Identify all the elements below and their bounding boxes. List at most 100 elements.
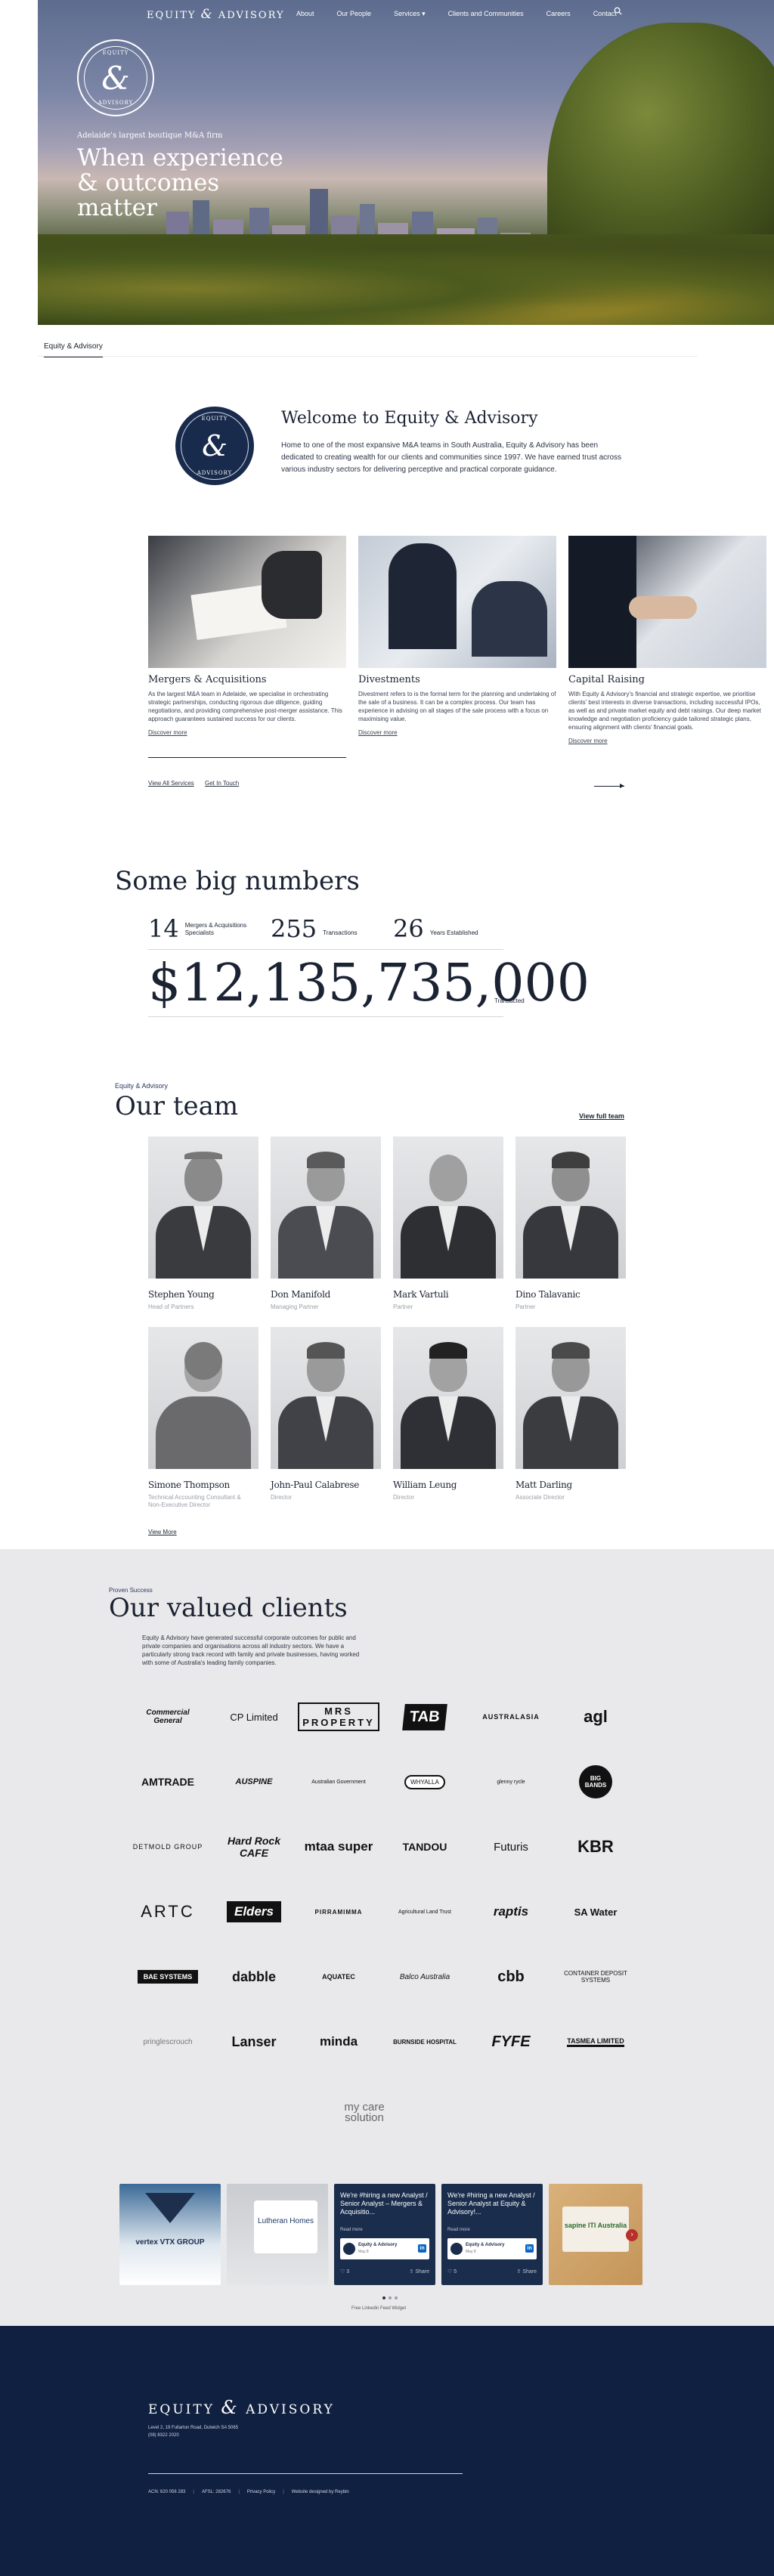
- like-count-value: 5: [454, 2269, 457, 2274]
- nav-brand-logo[interactable]: EQUITY & ADVISORY: [147, 7, 285, 22]
- team-member-name: Simone Thompson: [148, 1480, 230, 1490]
- privacy-policy-link[interactable]: Privacy Policy: [247, 2490, 275, 2494]
- nav-item-clients[interactable]: Clients and Communities: [448, 10, 524, 18]
- team-member-name: Mark Vartuli: [393, 1289, 449, 1300]
- share-button[interactable]: ⇪ Share: [517, 2268, 537, 2274]
- client-logo: AUSTRALASIA: [475, 1699, 547, 1735]
- service-card-mergers: Mergers & Acquisitions As the largest M&…: [148, 536, 346, 738]
- footer-brand-logo[interactable]: EQUITY & ADVISORY: [148, 2397, 335, 2418]
- carousel-dot[interactable]: [389, 2296, 392, 2299]
- footer-contact: Level 2, 19 Fullarton Road, Dulwich SA 5…: [148, 2424, 238, 2439]
- carousel-dots: [382, 2296, 398, 2299]
- share-label: Share: [522, 2269, 537, 2274]
- footer-acn: ACN: 620 056 283: [148, 2490, 186, 2494]
- social-post-card[interactable]: vertex VTX GROUP: [119, 2184, 221, 2285]
- get-in-touch-link[interactable]: Get In Touch: [205, 780, 239, 787]
- discover-more-link[interactable]: Discover more: [148, 729, 187, 736]
- client-logo: raptis: [475, 1894, 547, 1930]
- client-logo: pringlescrouch: [132, 2024, 204, 2060]
- team-member-card[interactable]: Simone Thompson Technical Accounting Con…: [148, 1327, 259, 1509]
- team-member-role: Managing Partner: [271, 1303, 319, 1310]
- nav-item-our-people[interactable]: Our People: [337, 10, 372, 18]
- service-card-divestments: Divestments Divestment refers to is the …: [358, 536, 556, 738]
- carousel-dot[interactable]: [382, 2296, 385, 2299]
- welcome-logo-text-bottom: ADVISORY: [197, 470, 233, 476]
- client-logo: SA Water: [559, 1894, 632, 1930]
- social-post-author: Equity & Advisory: [466, 2243, 505, 2247]
- nav-item-careers[interactable]: Careers: [546, 10, 571, 18]
- view-full-team-link[interactable]: View full team: [579, 1112, 624, 1120]
- carousel-next-icon[interactable]: ›: [626, 2229, 638, 2241]
- carousel-dot[interactable]: [395, 2296, 398, 2299]
- footer-links: ACN: 620 056 283 | AFSL: 282676 | Privacy …: [148, 2490, 349, 2494]
- team-member-photo: [515, 1136, 626, 1279]
- client-logo: FYFE: [475, 2024, 547, 2060]
- client-logo-text: SA Water: [574, 1906, 618, 1918]
- client-logo: PIRRAMIMMA: [302, 1894, 375, 1930]
- brand-ampersand: &: [221, 2397, 240, 2418]
- team-member-photo: [271, 1327, 381, 1469]
- search-icon[interactable]: [614, 7, 622, 17]
- client-logo: TAB: [389, 1699, 461, 1735]
- read-more-link[interactable]: Read more: [447, 2228, 470, 2232]
- team-member-card[interactable]: Don Manifold Managing Partner: [271, 1136, 381, 1311]
- client-logo-text: dabble: [231, 1968, 276, 1984]
- footer-phone[interactable]: (08) 8322 2020: [148, 2432, 238, 2439]
- total-transacted-label: Transacted: [494, 997, 525, 1004]
- client-logo: Elders: [218, 1894, 290, 1930]
- hero-tagline: Adelaide's largest boutique M&A firm: [77, 131, 223, 140]
- brand-word-left: EQUITY: [147, 10, 197, 21]
- team-member-card[interactable]: Stephen Young Head of Partners: [148, 1136, 259, 1311]
- discover-more-link[interactable]: Discover more: [568, 738, 608, 744]
- client-logo-text: mtaa super: [304, 1839, 373, 1854]
- team-member-photo: [148, 1136, 259, 1279]
- view-all-services-link[interactable]: View All Services: [148, 780, 194, 787]
- stat-years: 26 Years Established: [393, 916, 478, 942]
- view-more-link[interactable]: View More: [148, 1529, 177, 1535]
- client-logo-text: BAE SYSTEMS: [137, 1970, 199, 1984]
- welcome-logo-text-top: EQUITY: [201, 416, 228, 422]
- hero-logo-text-top: EQUITY: [102, 50, 129, 56]
- client-logo: DETMOLD GROUP: [132, 1829, 204, 1865]
- client-logo: ARTC: [132, 1894, 204, 1930]
- team-member-card[interactable]: William Leung Director: [393, 1327, 503, 1501]
- treeline: [38, 234, 774, 325]
- service-links: View All Services Get In Touch: [148, 780, 248, 787]
- service-text: With Equity & Advisory's financial and s…: [568, 691, 761, 731]
- read-more-link[interactable]: Read more: [340, 2228, 363, 2232]
- designer-credit-link[interactable]: Website designed by Reybin: [292, 2490, 349, 2494]
- team-member-name: Dino Talavanic: [515, 1289, 580, 1300]
- share-button[interactable]: ⇪ Share: [410, 2268, 430, 2274]
- chevron-down-icon: ▾: [422, 10, 426, 17]
- social-post-card[interactable]: Lutheran Homes: [227, 2184, 328, 2285]
- social-post-card[interactable]: We're #hiring a new Analyst / Senior Ana…: [334, 2184, 435, 2285]
- team-member-card[interactable]: Dino Talavanic Partner: [515, 1136, 626, 1311]
- team-member-card[interactable]: Matt Darling Associate Director: [515, 1327, 626, 1501]
- team-member-card[interactable]: John-Paul Calabrese Director: [271, 1327, 381, 1501]
- client-logo: TANDOU: [389, 1829, 461, 1865]
- divider: [148, 1016, 503, 1017]
- social-post-card[interactable]: sapine ITI Australia ›: [549, 2184, 642, 2285]
- client-logo: TASMEA LIMITED: [559, 2024, 632, 2060]
- brand-word-right: ADVISORY: [218, 10, 285, 21]
- client-logo-text: Agricultural Land Trust: [398, 1909, 452, 1915]
- feed-credit-link[interactable]: Free Linkedin Feed Widget: [351, 2306, 406, 2311]
- avatar: [450, 2243, 463, 2255]
- service-title: Capital Raising: [568, 674, 645, 685]
- client-logo: KBR: [559, 1829, 632, 1865]
- arrow-right-icon[interactable]: [594, 784, 624, 788]
- nav-item-about[interactable]: About: [296, 10, 314, 18]
- team-member-card[interactable]: Mark Vartuli Partner: [393, 1136, 503, 1311]
- team-member-photo: [393, 1327, 503, 1469]
- client-logo-text: PIRRAMIMMA: [314, 1908, 363, 1916]
- social-post-caption: vertex VTX GROUP: [135, 2238, 205, 2247]
- breadcrumb-item[interactable]: Equity & Advisory: [44, 342, 103, 357]
- client-logo-text: AUSTRALASIA: [482, 1713, 540, 1721]
- discover-more-link[interactable]: Discover more: [358, 729, 398, 736]
- social-post-card[interactable]: We're #hiring a new Analyst / Senior Ana…: [441, 2184, 543, 2285]
- nav-item-services[interactable]: Services ▾: [394, 10, 426, 18]
- service-image-meeting: [358, 536, 556, 668]
- social-post-caption: sapine ITI Australia: [564, 2222, 627, 2229]
- team-member-role: Director: [271, 1494, 293, 1501]
- client-logo-text: glenny rycle: [497, 1779, 525, 1785]
